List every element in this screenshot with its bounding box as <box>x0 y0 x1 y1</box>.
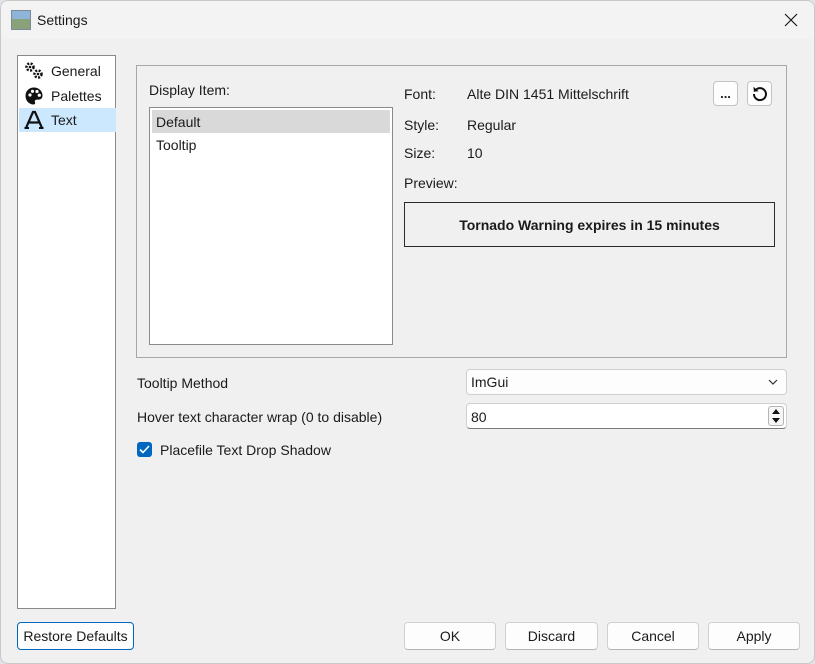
hover-wrap-value: 80 <box>471 409 487 425</box>
tooltip-method-label: Tooltip Method <box>137 375 229 391</box>
browse-font-button[interactable]: ... <box>713 81 738 106</box>
ok-button[interactable]: OK <box>404 622 496 650</box>
discard-button[interactable]: Discard <box>505 622 598 650</box>
nav-item-general[interactable]: General <box>19 59 116 83</box>
preview-label: Preview: <box>404 175 458 191</box>
size-label: Size: <box>404 145 436 161</box>
text-a-icon <box>24 110 44 130</box>
nav-item-palettes[interactable]: Palettes <box>19 84 116 108</box>
window-title: Settings <box>37 12 88 28</box>
hover-wrap-spinbox[interactable]: 80 <box>466 403 787 429</box>
title-bar: Settings <box>1 1 814 39</box>
tooltip-method-value: ImGui <box>471 374 509 390</box>
font-value: Alte DIN 1451 Mittelschrift <box>467 86 629 102</box>
settings-nav: General Palettes Text <box>17 55 116 609</box>
style-label: Style: <box>404 117 440 133</box>
gears-icon <box>24 61 44 81</box>
display-item-label: Display Item: <box>149 82 230 98</box>
drop-shadow-checkbox[interactable] <box>137 442 152 457</box>
reset-icon <box>752 86 767 101</box>
apply-button[interactable]: Apply <box>708 622 800 650</box>
spin-buttons <box>768 406 784 426</box>
restore-defaults-button[interactable]: Restore Defaults <box>17 622 134 650</box>
spin-up-button[interactable] <box>769 407 783 416</box>
settings-window: Settings General Palettes Text Display I… <box>0 0 815 664</box>
nav-item-label: Text <box>51 112 77 128</box>
arrow-up-icon <box>772 409 780 414</box>
font-label: Font: <box>404 86 436 102</box>
app-icon <box>11 10 31 30</box>
display-item-list[interactable]: Default Tooltip <box>149 107 393 345</box>
style-value: Regular <box>467 117 517 133</box>
close-icon <box>784 13 798 27</box>
font-preview: Tornado Warning expires in 15 minutes <box>404 202 775 247</box>
arrow-down-icon <box>772 418 780 423</box>
cancel-button[interactable]: Cancel <box>607 622 699 650</box>
palette-icon <box>24 86 44 106</box>
tooltip-method-select[interactable]: ImGui <box>466 369 787 395</box>
close-button[interactable] <box>768 1 814 39</box>
spin-down-button[interactable] <box>769 416 783 425</box>
chevron-down-icon <box>768 379 778 385</box>
hover-wrap-label: Hover text character wrap (0 to disable) <box>137 409 383 425</box>
drop-shadow-label: Placefile Text Drop Shadow <box>160 442 331 458</box>
list-item[interactable]: Tooltip <box>152 133 390 156</box>
nav-item-text[interactable]: Text <box>19 108 116 132</box>
nav-item-label: General <box>51 63 101 79</box>
size-value: 10 <box>467 145 483 161</box>
reset-font-button[interactable] <box>747 81 772 106</box>
list-item[interactable]: Default <box>152 110 390 133</box>
nav-item-label: Palettes <box>51 88 102 104</box>
checkmark-icon <box>139 445 150 454</box>
